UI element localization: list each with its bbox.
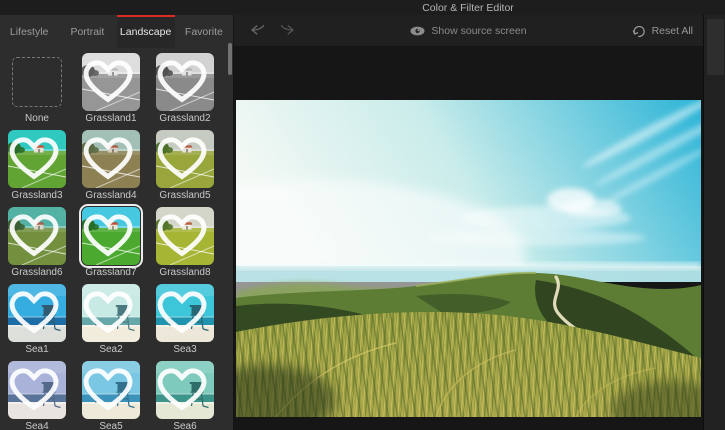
favorite-heart-icon[interactable] — [82, 207, 137, 262]
filter-label: Sea4 — [25, 421, 49, 430]
tab-label: Landscape — [119, 25, 172, 38]
favorite-heart-icon[interactable] — [82, 130, 137, 185]
filter-item-sea1: Sea1 — [8, 284, 66, 356]
reset-all-button[interactable]: Reset All — [632, 15, 693, 47]
filter-label: Sea6 — [173, 421, 197, 430]
filter-item-grassland8: Grassland8 — [156, 207, 214, 279]
favorite-heart-icon[interactable] — [156, 284, 211, 339]
main-scrollbar-thumb[interactable] — [707, 19, 724, 75]
favorite-heart-icon[interactable] — [82, 284, 137, 339]
favorite-heart-icon[interactable] — [156, 207, 211, 262]
filter-item-sea2: Sea2 — [82, 284, 140, 356]
titlebar: Color & Filter Editor — [0, 0, 725, 15]
filter-label: Sea2 — [99, 344, 123, 355]
color-filter-editor-window: Color & Filter Editor Lifestyle Portrait L… — [0, 0, 725, 430]
reset-all-label: Reset All — [651, 25, 693, 37]
filter-thumbnail-grassland5[interactable] — [156, 130, 214, 188]
tab-lifestyle[interactable]: Lifestyle — [0, 15, 58, 48]
filter-label: Grassland6 — [11, 267, 63, 278]
filter-category-tabs: Lifestyle Portrait Landscape Favorite — [0, 15, 233, 48]
filter-label: Grassland1 — [85, 113, 137, 124]
tab-landscape[interactable]: Landscape — [116, 15, 176, 48]
filter-thumbnail-sea3[interactable] — [156, 284, 214, 342]
favorite-heart-icon[interactable] — [156, 53, 211, 108]
favorite-heart-icon[interactable] — [156, 361, 211, 416]
filter-item-sea6: Sea6 — [156, 361, 214, 430]
filter-item-grassland3: Grassland3 — [8, 130, 66, 202]
filter-thumbnail-grassland1[interactable] — [82, 53, 140, 111]
filter-item-grassland5: Grassland5 — [156, 130, 214, 202]
filter-thumbnail-grassland7[interactable] — [79, 204, 143, 268]
filter-thumbnail-sea6[interactable] — [156, 361, 214, 419]
filter-item-sea5: Sea5 — [82, 361, 140, 430]
filter-label: None — [25, 113, 49, 124]
none-dashed-outline — [12, 57, 62, 107]
filter-thumbnail-grassland2[interactable] — [156, 53, 214, 111]
show-source-label: Show source screen — [431, 24, 527, 37]
scrollbar-thumb[interactable] — [228, 43, 232, 75]
show-source-button[interactable]: Show source screen — [410, 24, 527, 37]
main-scrollbar-strip[interactable] — [703, 15, 725, 430]
tab-label: Lifestyle — [9, 25, 49, 38]
filter-label: Grassland5 — [159, 190, 211, 201]
filter-label: Grassland3 — [11, 190, 63, 201]
filter-thumbnail-none[interactable] — [8, 53, 66, 111]
filter-label: Sea3 — [173, 344, 197, 355]
filter-item-grassland2: Grassland2 — [156, 53, 214, 125]
favorite-heart-icon[interactable] — [8, 130, 63, 185]
filter-item-grassland7: Grassland7 — [79, 204, 143, 279]
filter-thumbnail-sea4[interactable] — [8, 361, 66, 419]
preview-image — [236, 100, 701, 417]
filter-thumbnail-grassland4[interactable] — [82, 130, 140, 188]
preview-canvas — [234, 47, 704, 430]
favorite-heart-icon[interactable] — [82, 53, 137, 108]
filter-thumbnail-grassland6[interactable] — [8, 207, 66, 265]
filter-label: Grassland7 — [85, 267, 137, 278]
filter-panel: Lifestyle Portrait Landscape Favorite None G… — [0, 15, 233, 430]
favorite-heart-icon[interactable] — [8, 361, 63, 416]
favorite-heart-icon[interactable] — [156, 130, 211, 185]
filter-thumbnail-grassland3[interactable] — [8, 130, 66, 188]
filter-label: Grassland2 — [159, 113, 211, 124]
filter-thumbnail-sea5[interactable] — [82, 361, 140, 419]
filter-label: Sea5 — [99, 421, 123, 430]
filter-label: Grassland4 — [85, 190, 137, 201]
favorite-heart-icon[interactable] — [82, 361, 137, 416]
tab-label: Favorite — [184, 25, 223, 38]
filter-label: Sea1 — [25, 344, 49, 355]
filter-item-grassland4: Grassland4 — [82, 130, 140, 202]
filter-item-none: None — [8, 53, 66, 125]
filter-item-grassland1: Grassland1 — [82, 53, 140, 125]
editor-toolbar: Show source screen Reset All — [234, 15, 703, 47]
window-title: Color & Filter Editor — [422, 2, 514, 14]
favorite-heart-icon[interactable] — [8, 284, 63, 339]
editor-main: Show source screen Reset All — [233, 15, 704, 430]
filter-label: Grassland8 — [159, 267, 211, 278]
tab-label: Portrait — [70, 25, 105, 38]
tab-favorite[interactable]: Favorite — [175, 15, 233, 48]
eye-icon — [410, 26, 425, 35]
filter-item-sea4: Sea4 — [8, 361, 66, 430]
filter-thumbnail-sea1[interactable] — [8, 284, 66, 342]
filter-item-grassland6: Grassland6 — [8, 207, 66, 279]
favorite-heart-icon[interactable] — [8, 207, 63, 262]
filter-thumbnail-grassland8[interactable] — [156, 207, 214, 265]
filter-grid: None Grassland1 Grassland2 Grassland3 Grassl… — [8, 53, 225, 430]
filter-item-sea3: Sea3 — [156, 284, 214, 356]
filter-thumbnail-sea2[interactable] — [82, 284, 140, 342]
reset-icon — [632, 25, 645, 37]
tab-portrait[interactable]: Portrait — [58, 15, 116, 48]
